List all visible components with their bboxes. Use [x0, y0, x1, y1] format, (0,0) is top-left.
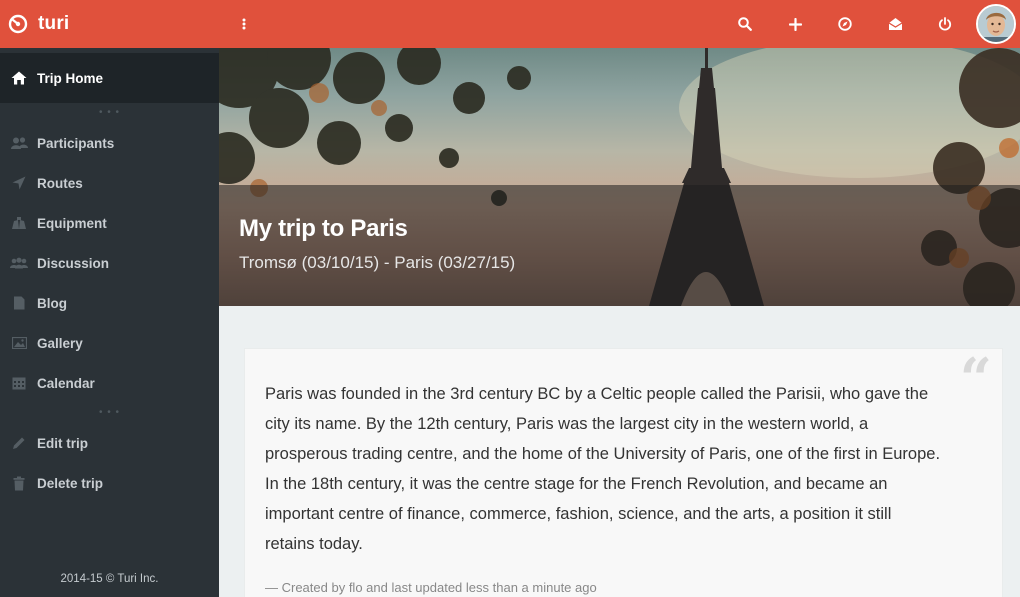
trip-description-text: Paris was founded in the 3rd century BC …: [265, 385, 941, 553]
sidebar-item-label: Calendar: [37, 375, 95, 391]
turi-logo-icon: [8, 14, 28, 34]
calendar-icon: [10, 374, 28, 392]
sidebar-item-calendar[interactable]: Calendar: [0, 363, 219, 403]
gallery-icon: [10, 334, 28, 352]
sidebar-item-blog[interactable]: Blog: [0, 283, 219, 323]
sidebar-item-label: Discussion: [37, 255, 110, 271]
sidebar-item-edit-trip[interactable]: Edit trip: [0, 423, 219, 463]
top-bar: turi: [0, 0, 1020, 48]
sidebar-item-equipment[interactable]: Equipment: [0, 203, 219, 243]
power-icon[interactable]: [920, 0, 970, 48]
hero-banner: My trip to Paris Tromsø (03/10/15) - Par…: [219, 48, 1020, 306]
more-menu-icon[interactable]: [236, 13, 252, 35]
blog-icon: [10, 294, 28, 312]
sidebar-item-routes[interactable]: Routes: [0, 163, 219, 203]
pencil-icon: [10, 434, 28, 452]
sidebar-item-gallery[interactable]: Gallery: [0, 323, 219, 363]
sidebar-item-label: Equipment: [37, 215, 107, 231]
trip-route-dates: Tromsø (03/10/15) - Paris (03/27/15): [239, 253, 516, 272]
hero-overlay: [219, 185, 1020, 306]
sidebar: Trip Home • • • Participants Routes Equi…: [0, 48, 219, 597]
quote-icon: “: [959, 346, 992, 412]
sidebar-item-label: Routes: [37, 175, 83, 191]
sidebar-divider: • • •: [98, 407, 121, 418]
sidebar-item-label: Gallery: [37, 335, 83, 351]
compass-icon[interactable]: [820, 0, 870, 48]
sidebar-item-label: Participants: [37, 135, 115, 151]
user-avatar[interactable]: [976, 4, 1016, 44]
sidebar-item-label: Blog: [37, 295, 67, 311]
sidebar-item-label: Delete trip: [37, 475, 104, 491]
sidebar-item-discussion[interactable]: Discussion: [0, 243, 219, 283]
home-icon: [10, 69, 28, 87]
sidebar-item-label: Trip Home: [37, 70, 104, 86]
brand[interactable]: turi: [0, 0, 219, 48]
search-icon[interactable]: [720, 0, 770, 48]
top-actions: [720, 0, 1020, 48]
brand-name: turi: [38, 13, 70, 34]
users-icon: [10, 134, 28, 152]
mail-icon[interactable]: [870, 0, 920, 48]
sidebar-footer: 2014-15 © Turi Inc.: [60, 573, 159, 585]
sidebar-divider: • • •: [98, 107, 121, 118]
sidebar-item-participants[interactable]: Participants: [0, 123, 219, 163]
discussion-icon: [10, 254, 28, 272]
sidebar-item-label: Edit trip: [37, 435, 88, 451]
trash-icon: [10, 474, 28, 492]
trip-description-card: “ Paris was founded in the 3rd century B…: [244, 348, 1003, 597]
sidebar-item-delete-trip[interactable]: Delete trip: [0, 463, 219, 503]
equipment-icon: [10, 214, 28, 232]
sidebar-item-trip-home[interactable]: Trip Home: [0, 53, 219, 103]
trip-title: My trip to Paris: [239, 215, 408, 242]
trip-meta: — Created by flo and last updated less t…: [265, 580, 597, 595]
plus-icon[interactable]: [770, 0, 820, 48]
route-icon: [10, 174, 28, 192]
